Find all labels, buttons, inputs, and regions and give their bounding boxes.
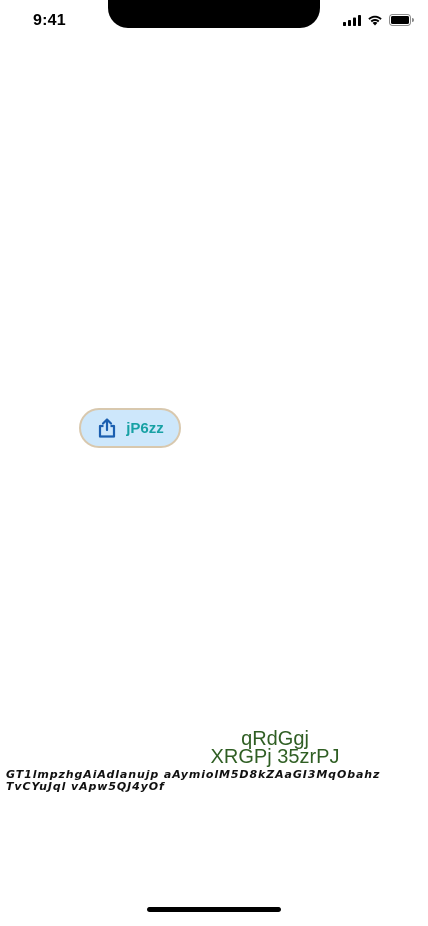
share-button-label: jP6zz	[126, 419, 164, 437]
home-indicator[interactable]	[147, 907, 281, 912]
green-text-line-2: XRGPj 35zrPJ	[210, 746, 340, 768]
green-text-block: qRdGgj XRGPj 35zrPJ	[200, 729, 350, 768]
status-icons	[343, 14, 414, 26]
share-icon	[99, 418, 116, 438]
device-notch	[108, 0, 320, 28]
battery-icon	[389, 14, 414, 26]
status-time: 9:41	[33, 12, 66, 29]
wifi-icon	[368, 15, 382, 26]
cellular-signal-icon	[343, 14, 361, 26]
share-button[interactable]: jP6zz	[79, 408, 181, 448]
status-bar: 9:41	[0, 0, 428, 44]
italic-text-line-2: TvCYuJql vApw5QJ4yOf	[6, 780, 165, 793]
italic-text-block: GT1lmpzhgAiAdlanujp aAymiolM5D8kZAaGI3Mq…	[6, 769, 422, 793]
